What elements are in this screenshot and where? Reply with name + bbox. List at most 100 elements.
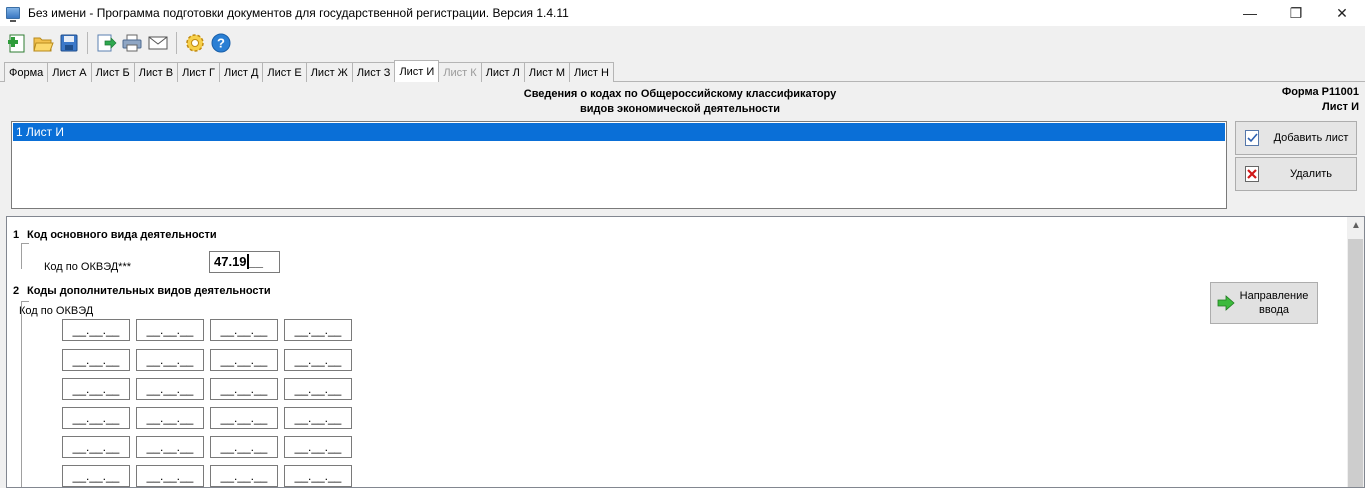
export-button[interactable]	[93, 29, 119, 57]
tab-forma[interactable]: Форма	[4, 62, 49, 82]
tab-list-b[interactable]: Лист Б	[90, 62, 135, 82]
toolbar-separator	[87, 32, 88, 54]
form-code-block: Форма Р11001 Лист И	[1282, 85, 1359, 115]
delete-sheet-label: Удалить	[1290, 168, 1332, 180]
okved-code-input[interactable]: __.__.__	[62, 319, 130, 341]
header-title-line2: видов экономической деятельности	[580, 103, 780, 115]
tab-list-l[interactable]: Лист Л	[480, 62, 525, 82]
save-button[interactable]	[56, 29, 82, 57]
help-icon: ?	[211, 33, 231, 53]
tree-line	[21, 301, 29, 302]
okved-code-input[interactable]: __.__.__	[210, 378, 278, 400]
okved-code-input[interactable]: __.__.__	[62, 436, 130, 458]
minimize-button[interactable]: —	[1227, 0, 1273, 26]
mail-button[interactable]	[145, 29, 171, 57]
text-cursor	[246, 254, 249, 269]
tab-list-z[interactable]: Лист З	[351, 62, 396, 82]
okved-code-input[interactable]: __.__.__	[136, 465, 204, 487]
tab-list-m[interactable]: Лист М	[523, 62, 570, 82]
checkbox-add-icon	[1245, 130, 1259, 146]
settings-icon	[186, 34, 204, 52]
tab-list-a[interactable]: Лист А	[47, 62, 92, 82]
save-icon	[60, 34, 78, 52]
input-direction-label: Направление ввода	[1239, 290, 1309, 316]
add-sheet-label: Добавить лист	[1273, 132, 1349, 144]
form-code: Форма Р11001	[1281, 86, 1359, 98]
okved-code-input[interactable]: __.__.__	[210, 349, 278, 371]
sheet-name: Лист И	[1322, 101, 1359, 113]
new-document-button[interactable]	[4, 29, 30, 57]
delete-x-icon	[1245, 166, 1259, 182]
section-2-title: 2 Коды дополнительных видов деятельности	[13, 285, 271, 297]
okved-code-input[interactable]: __.__.__	[62, 378, 130, 400]
okved-code-input[interactable]: __.__.__	[62, 465, 130, 487]
okved-code-input[interactable]: __.__.__	[284, 378, 352, 400]
vertical-scrollbar[interactable]: ▲	[1347, 217, 1364, 487]
additional-okved-label: Код по ОКВЭД	[19, 305, 94, 317]
sheet-list[interactable]: 1 Лист И	[11, 121, 1227, 209]
tab-list-zh[interactable]: Лист Ж	[305, 62, 353, 82]
new-document-icon	[8, 34, 25, 53]
tree-line	[21, 243, 29, 244]
sheet-header-title: Сведения о кодах по Общероссийскому клас…	[430, 87, 930, 117]
okved-code-input[interactable]: __.__.__	[62, 407, 130, 429]
open-button[interactable]	[30, 29, 56, 57]
toolbar-separator	[176, 32, 177, 54]
print-icon	[122, 34, 142, 52]
okved-code-input[interactable]: __.__.__	[284, 319, 352, 341]
sheet-content-panel: 1 Код основного вида деятельности Код по …	[6, 216, 1365, 488]
tree-line	[21, 301, 22, 487]
maximize-button[interactable]: ❐	[1273, 0, 1319, 26]
toolbar: ?	[0, 26, 1365, 60]
section-2-text: Коды дополнительных видов деятельности	[27, 285, 271, 297]
header-title-line1: Сведения о кодах по Общероссийскому клас…	[523, 88, 837, 100]
app-monitor-icon	[6, 7, 20, 22]
okved-code-input[interactable]: __.__.__	[136, 378, 204, 400]
settings-button[interactable]	[182, 29, 208, 57]
okved-code-input[interactable]: __.__.__	[136, 319, 204, 341]
okved-code-input[interactable]: __.__.__	[284, 436, 352, 458]
help-button[interactable]: ?	[208, 29, 234, 57]
section-2-number: 2	[13, 285, 20, 297]
export-icon	[97, 34, 117, 52]
sheet-list-item[interactable]: 1 Лист И	[13, 123, 1225, 141]
okved-code-input[interactable]: __.__.__	[284, 349, 352, 371]
window-title: Без имени - Программа подготовки докумен…	[28, 6, 569, 20]
scroll-up-icon[interactable]: ▲	[1351, 220, 1361, 231]
okved-code-input[interactable]: __.__.__	[136, 407, 204, 429]
tab-list-n[interactable]: Лист Н	[569, 62, 614, 82]
tab-list-k: Лист К	[438, 62, 482, 82]
main-okved-label: Код по ОКВЭД***	[44, 261, 132, 273]
section-1-title: 1 Код основного вида деятельности	[13, 229, 217, 241]
okved-code-input[interactable]: __.__.__	[284, 465, 352, 487]
sheet-tabs: Форма Лист А Лист Б Лист В Лист Г Лист Д…	[4, 60, 614, 82]
tab-list-g[interactable]: Лист Г	[177, 62, 220, 82]
tree-line	[21, 243, 22, 269]
okved-code-input[interactable]: __.__.__	[136, 349, 204, 371]
arrow-right-icon	[1217, 295, 1235, 311]
tab-list-i[interactable]: Лист И	[394, 60, 440, 82]
okved-code-input[interactable]: __.__.__	[136, 436, 204, 458]
delete-sheet-button[interactable]: Удалить	[1235, 157, 1357, 191]
okved-code-input[interactable]: __.__.__	[210, 319, 278, 341]
close-button[interactable]: ✕	[1319, 0, 1365, 26]
tab-list-v[interactable]: Лист В	[133, 62, 179, 82]
mail-icon	[148, 36, 168, 50]
okved-code-input[interactable]: __.__.__	[284, 407, 352, 429]
tab-list-e[interactable]: Лист Е	[262, 62, 307, 82]
window-controls: — ❐ ✕	[1227, 0, 1365, 26]
okved-code-input[interactable]: __.__.__	[210, 465, 278, 487]
tab-list-d[interactable]: Лист Д	[218, 62, 264, 82]
okved-code-input[interactable]: __.__.__	[210, 407, 278, 429]
okved-code-input[interactable]: __.__.__	[62, 349, 130, 371]
section-1-text: Код основного вида деятельности	[27, 229, 217, 241]
print-button[interactable]	[119, 29, 145, 57]
add-sheet-button[interactable]: Добавить лист	[1235, 121, 1357, 155]
section-1-number: 1	[13, 229, 20, 241]
okved-code-input[interactable]: __.__.__	[210, 436, 278, 458]
open-folder-icon	[33, 37, 54, 52]
main-okved-value: 47.19	[214, 254, 247, 269]
main-okved-input[interactable]: 47.19 __	[209, 251, 280, 273]
scrollbar-thumb[interactable]	[1348, 239, 1363, 487]
input-direction-button[interactable]: Направление ввода	[1210, 282, 1318, 324]
